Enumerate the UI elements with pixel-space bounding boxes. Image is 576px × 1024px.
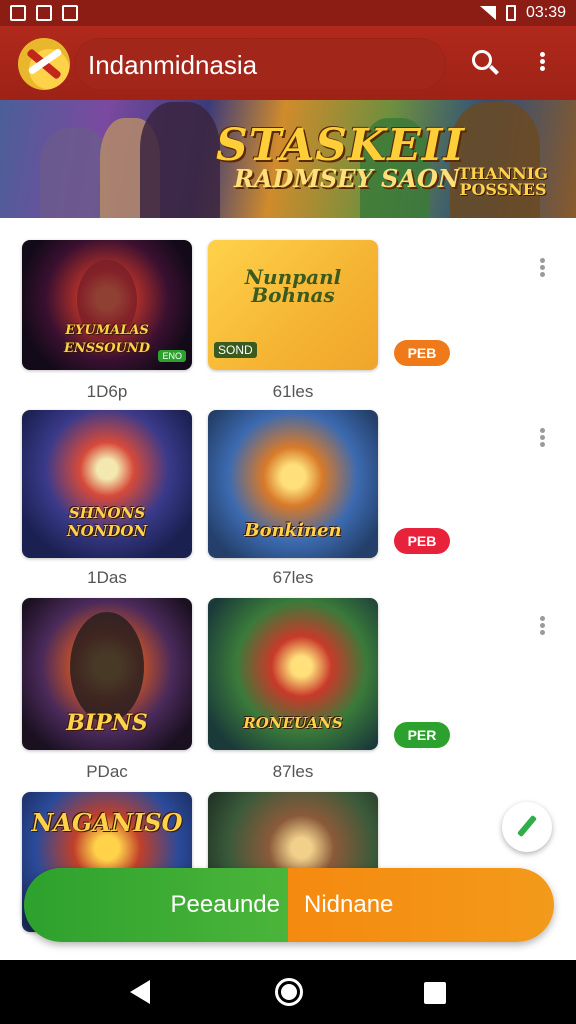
status-badge[interactable]: PER — [394, 722, 450, 748]
notification-icon — [10, 5, 26, 21]
game-caption: PDac — [86, 762, 128, 781]
status-badge[interactable]: PEB — [394, 528, 450, 554]
more-vert-icon[interactable] — [536, 256, 548, 280]
home-icon[interactable] — [275, 978, 303, 1006]
secondary-action-button[interactable]: Nidnane — [288, 868, 554, 942]
battery-icon — [505, 5, 516, 21]
more-vert-icon[interactable] — [536, 426, 548, 450]
edit-fab[interactable] — [502, 802, 552, 852]
banner-subline: RADMSEY SAON — [234, 164, 460, 193]
more-vert-icon[interactable] — [536, 50, 548, 80]
game-thumbnail[interactable]: RONEUANS — [208, 598, 378, 750]
notification-icon — [36, 5, 52, 21]
game-caption: 1Das — [87, 568, 127, 587]
game-caption: 1D6p — [86, 382, 128, 401]
wifi-icon — [479, 6, 496, 20]
app-logo-icon[interactable] — [18, 38, 70, 90]
featured-banner[interactable]: STASKEII RADMSEY SAON THANNIG POSSNES — [0, 100, 576, 218]
app-toolbar: Indanmidnasia — [0, 26, 576, 100]
search-icon[interactable] — [472, 50, 502, 80]
back-icon[interactable] — [130, 980, 150, 1004]
game-thumbnail[interactable]: SHNONS NONDON — [22, 410, 192, 558]
status-time: 03:39 — [525, 4, 566, 21]
recents-icon[interactable] — [424, 982, 446, 1004]
bottom-action-bar: Peeaunde Nidnane — [24, 868, 554, 942]
game-caption: 61les — [272, 382, 314, 401]
banner-side-text: THANNIG POSSNES — [458, 164, 548, 199]
pencil-icon — [516, 814, 538, 838]
game-thumbnail[interactable]: BIPNS — [22, 598, 192, 750]
status-bar: 03:39 — [0, 0, 576, 26]
system-nav-bar — [0, 960, 576, 1024]
game-thumbnail[interactable]: Nunpanl Bohnas SOND — [208, 240, 378, 370]
primary-action-button[interactable]: Peeaunde — [24, 868, 288, 942]
game-thumbnail[interactable]: Bonkinen — [208, 410, 378, 558]
status-badge[interactable]: PEB — [394, 340, 450, 366]
more-vert-icon[interactable] — [536, 614, 548, 638]
notification-icon — [62, 5, 78, 21]
app-title: Indanmidnasia — [88, 50, 258, 80]
app-screen: 03:39 Indanmidnasia STASKEII RADMSEY SAO… — [0, 0, 576, 1024]
game-thumbnail[interactable]: EYUMALAS ENSSOUND ENO — [22, 240, 192, 370]
game-caption: 67les — [272, 568, 314, 587]
game-caption: 87les — [272, 762, 314, 781]
